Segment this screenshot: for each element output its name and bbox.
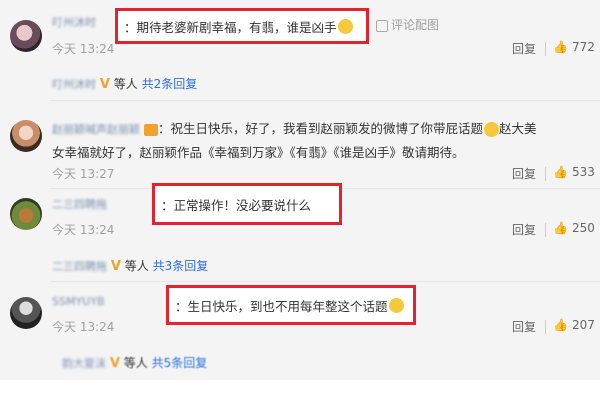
separator [545, 42, 546, 56]
username[interactable]: 二三四聘拖 [52, 196, 107, 212]
like-count: 533 [571, 165, 595, 179]
comment-text: ：生日快乐，到也不用每年整这个话题 [175, 298, 388, 314]
reply-summary: 韵大夏沫 V 等人 共5条回复 [62, 354, 207, 371]
replies-link[interactable]: 共2条回复 [142, 77, 198, 91]
reply-summary: 叮州沐时 V 等人 共2条回复 [52, 75, 197, 92]
emoji-icon [388, 297, 404, 313]
replies-link[interactable]: 共5条回复 [152, 356, 208, 370]
others-text: 等人 [113, 77, 138, 91]
avatar[interactable] [10, 198, 42, 230]
thumbs-up-icon: 👍 [553, 165, 568, 179]
divider [50, 100, 600, 101]
like-button[interactable]: 👍 207 [553, 318, 595, 332]
like-count: 772 [571, 40, 595, 54]
comment-image-link[interactable]: 评论配图 [376, 16, 439, 33]
thumbs-up-icon: 👍 [553, 40, 568, 54]
timestamp: 今天 13:24 [52, 223, 115, 237]
timestamp: 今天 13:27 [52, 167, 115, 181]
comment-text-highlighted: ：生日快乐，到也不用每年整这个话题 [166, 285, 416, 325]
thumbs-up-icon: 👍 [553, 318, 568, 332]
reply-username[interactable]: 叮州沐时 [52, 78, 96, 91]
reply-button[interactable]: 回复 [512, 165, 536, 182]
image-icon [376, 19, 388, 32]
reply-summary: 二三四聘拖 V 等人 共3条回复 [52, 257, 208, 274]
reply-button[interactable]: 回复 [512, 221, 536, 238]
timestamp: 今天 13:24 [52, 42, 115, 56]
username[interactable]: 赵丽颖喊声赵丽颖 [52, 123, 140, 136]
emoji-icon [337, 18, 353, 34]
others-text: 等人 [124, 259, 149, 273]
like-button[interactable]: 👍 533 [553, 165, 595, 179]
reply-username[interactable]: 二三四聘拖 [52, 260, 107, 273]
bottom-panel [0, 380, 600, 400]
avatar[interactable] [10, 297, 42, 329]
replies-link[interactable]: 共3条回复 [153, 259, 209, 273]
avatar[interactable] [10, 120, 42, 152]
reply-button[interactable]: 回复 [512, 318, 536, 335]
vip-icon: V [99, 77, 110, 92]
comment-text-end: 赵大美 [499, 121, 537, 136]
like-count: 207 [571, 318, 595, 332]
timestamp: 今天 13:24 [52, 320, 115, 334]
thumbs-up-icon: 👍 [553, 221, 568, 235]
avatar[interactable] [10, 20, 42, 52]
comment-text-highlighted: ：正常操作！没必要说什么 [152, 183, 342, 225]
comment-text: ：正常操作！没必要说什么 [161, 197, 312, 213]
username[interactable]: 叮州沐时 [52, 14, 96, 30]
comment-text: ：祝生日快乐，好了，我看到赵丽颖发的微博了你带屁话题 [158, 121, 484, 136]
like-button[interactable]: 👍 250 [553, 221, 595, 235]
vip-icon: V [109, 356, 120, 371]
separator [545, 167, 546, 181]
vip-icon: V [110, 259, 121, 274]
reply-button[interactable]: 回复 [512, 40, 536, 57]
others-text: 等人 [123, 356, 148, 370]
username[interactable]: SSMYUYB [52, 295, 105, 308]
comment-line-1: 赵丽颖喊声赵丽颖 ：祝生日快乐，好了，我看到赵丽颖发的微博了你带屁话题 赵大美 [52, 118, 537, 137]
emoji-icon [484, 122, 500, 137]
comment-text: ：期待老婆新剧幸福，有翡，谁是凶手 [124, 19, 337, 35]
separator [545, 320, 546, 334]
like-button[interactable]: 👍 772 [553, 40, 595, 54]
separator [545, 223, 546, 237]
comment-text-highlighted: ：期待老婆新剧幸福，有翡，谁是凶手 [115, 8, 369, 44]
comment-line-2: 女幸福就好了，赵丽颖作品《幸福到万家》《有翡》《谁是凶手》敬请期待。 [52, 145, 465, 160]
badge-icon [144, 123, 158, 136]
like-count: 250 [571, 221, 595, 235]
reply-username[interactable]: 韵大夏沫 [62, 357, 106, 370]
divider [50, 281, 600, 282]
